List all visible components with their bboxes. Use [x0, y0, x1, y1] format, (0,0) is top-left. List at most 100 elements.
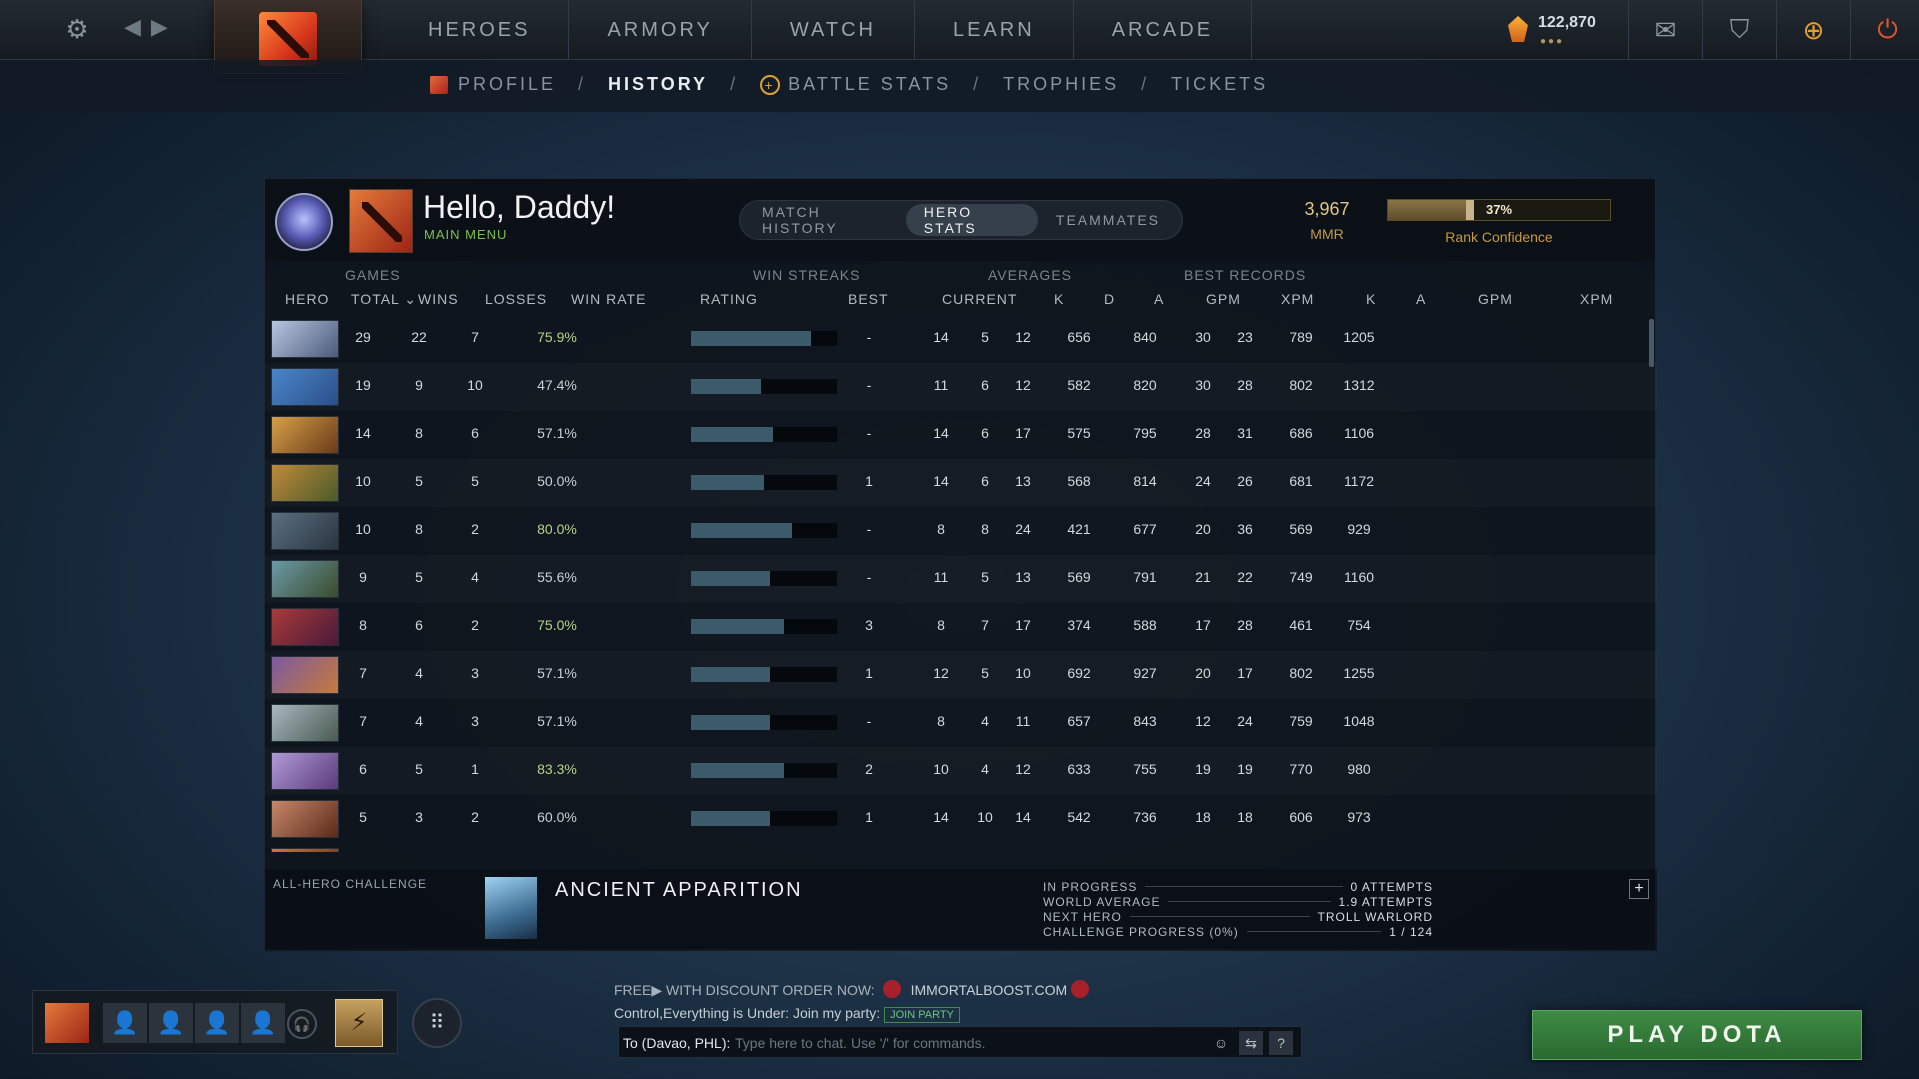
table-row[interactable]: 74357.1%211251069292720178021255 [265, 651, 1657, 699]
nav-arcade[interactable]: ARCADE [1074, 0, 1253, 60]
subnav-profile[interactable]: PROFILE [458, 74, 556, 95]
play-dota-button[interactable]: PLAY DOTA [1532, 1010, 1862, 1060]
col-best-k[interactable]: K [1366, 291, 1376, 307]
settings-gear-icon[interactable]: ⚙ [62, 14, 92, 44]
col-wins[interactable]: WINS [418, 291, 459, 307]
battle-stats-icon: + [760, 74, 781, 95]
chat-help-button[interactable]: ? [1269, 1031, 1293, 1055]
headset-icon[interactable]: 🎧 [287, 1009, 317, 1039]
col-rating[interactable]: RATING [700, 291, 758, 307]
hero-portrait[interactable] [271, 560, 339, 598]
subnav-battle-stats[interactable]: BATTLE STATS [788, 74, 951, 95]
friends-group-icon[interactable]: ⠿ [412, 998, 462, 1048]
chat-msg-link[interactable]: IMMORTALBOOST.COM [911, 982, 1068, 998]
hero-portrait[interactable] [271, 656, 339, 694]
col-win-rate[interactable]: WIN RATE [571, 291, 646, 307]
tab-match-history[interactable]: MATCH HISTORY [744, 204, 906, 236]
nav-learn[interactable]: LEARN [915, 0, 1074, 60]
table-scrollbar[interactable] [1649, 319, 1654, 367]
table-row[interactable]: 74357.1%3-841165784312247591048 [265, 699, 1657, 747]
chat-input[interactable] [735, 1031, 1195, 1055]
table-row[interactable]: 86275.0%3387173745881728461754 [265, 603, 1657, 651]
col-best-xpm[interactable]: XPM [1580, 291, 1613, 307]
nav-armory[interactable]: ARMORY [569, 0, 752, 60]
party-bar: 👤 👤 👤 👤 🎧 ⚡ [32, 990, 398, 1054]
nav-heroes[interactable]: HEROES [390, 0, 570, 60]
main-menu-link[interactable]: MAIN MENU [424, 227, 507, 242]
table-row[interactable]: 65183.3%32104126337551919770980 [265, 747, 1657, 795]
avatar[interactable] [349, 189, 413, 253]
party-self-avatar[interactable] [45, 1003, 89, 1043]
cell-wins: 5 [415, 473, 423, 489]
back-arrow-icon[interactable]: ◀ [124, 14, 141, 44]
col-k[interactable]: K [1054, 291, 1064, 307]
cell-bxpm: 1048 [1343, 713, 1375, 729]
cell-a: 13 [1015, 473, 1031, 489]
hero-portrait[interactable] [271, 464, 339, 502]
cell-xpm: 588 [1133, 617, 1157, 633]
col-hero[interactable]: HERO [285, 291, 329, 307]
table-row[interactable]: 105550.0%311461356881424266811172 [265, 459, 1657, 507]
party-empty-slot[interactable]: 👤 [149, 1003, 193, 1043]
emoticon-icon[interactable]: ☺ [1209, 1031, 1233, 1055]
mail-icon[interactable]: ✉ [1628, 0, 1702, 60]
rank-medal-icon[interactable] [275, 193, 333, 251]
hero-portrait[interactable] [271, 368, 339, 406]
cell-win-rate: 83.3% [537, 761, 577, 777]
hero-portrait[interactable] [271, 752, 339, 790]
hero-portrait[interactable] [271, 848, 339, 852]
hero-portrait[interactable] [271, 512, 339, 550]
col-best[interactable]: BEST [848, 291, 889, 307]
cell-a: 12 [1015, 761, 1031, 777]
hero-portrait[interactable] [271, 800, 339, 838]
challenge-stat-value: TROLL WARLORD [1317, 909, 1433, 924]
table-row[interactable]: 2922775.9%6-1451265684030237891205 [265, 315, 1657, 363]
party-empty-slot[interactable]: 👤 [195, 1003, 239, 1043]
subnav-trophies[interactable]: TROPHIES [1003, 74, 1119, 95]
table-row[interactable]: 53260.0%211410145427361818606973 [265, 795, 1657, 843]
subnav-history[interactable]: HISTORY [608, 74, 708, 95]
cell-wins: 6 [415, 617, 423, 633]
tab-hero-stats[interactable]: HERO STATS [905, 204, 1038, 236]
col-a[interactable]: A [1154, 291, 1164, 307]
chat-channel-label[interactable]: To (Davao, PHL): [623, 1035, 730, 1051]
col-losses[interactable]: LOSSES [485, 291, 547, 307]
hero-portrait[interactable] [271, 320, 339, 358]
expand-plus-button[interactable]: + [1629, 879, 1649, 899]
challenge-hero-portrait[interactable] [485, 877, 537, 939]
cell-ba: 36 [1237, 521, 1253, 537]
rating-bar [691, 619, 837, 634]
hero-portrait[interactable] [271, 608, 339, 646]
dota-plus-icon[interactable]: ⊕ [1776, 0, 1850, 60]
col-best-gpm[interactable]: GPM [1478, 291, 1513, 307]
table-row[interactable]: 1991047.4%2-1161258282030288021312 [265, 363, 1657, 411]
tab-teammates[interactable]: TEAMMATES [1038, 204, 1178, 236]
chat-channel-icon[interactable]: ⇆ [1239, 1031, 1263, 1055]
col-gpm[interactable]: GPM [1206, 291, 1241, 307]
table-row[interactable]: 95455.6%5-1151356979121227491160 [265, 555, 1657, 603]
power-icon[interactable]: ⏻ [1850, 0, 1919, 60]
guild-banner-icon[interactable]: ⛉ [1702, 0, 1776, 60]
battle-pass-icon[interactable]: ⚡ [335, 999, 383, 1047]
shards-currency[interactable]: 122,870 ●●● [1508, 10, 1608, 50]
forward-arrow-icon[interactable]: ▶ [151, 14, 168, 44]
col-xpm[interactable]: XPM [1281, 291, 1314, 307]
col-best-a[interactable]: A [1416, 291, 1426, 307]
nav-watch[interactable]: WATCH [752, 0, 915, 60]
party-empty-slot[interactable]: 👤 [241, 1003, 285, 1043]
table-row[interactable]: 108280.0%7-88244216772036569929 [265, 507, 1657, 555]
cell-wins: 4 [415, 713, 423, 729]
subnav-separator: / [1141, 74, 1150, 94]
cell-total: 5 [359, 809, 367, 825]
col-d[interactable]: D [1104, 291, 1115, 307]
join-party-button[interactable]: JOIN PARTY [884, 1007, 960, 1023]
party-empty-slot[interactable]: 👤 [103, 1003, 147, 1043]
col-total[interactable]: TOTAL ⌄ [351, 291, 417, 308]
hero-portrait[interactable] [271, 416, 339, 454]
table-row[interactable]: 148657.1%6-1461757579528316861106 [265, 411, 1657, 459]
col-current[interactable]: CURRENT [942, 291, 1017, 307]
cell-ba: 17 [1237, 665, 1253, 681]
hero-portrait[interactable] [271, 704, 339, 742]
cell-win-rate: 55.6% [537, 569, 577, 585]
subnav-tickets[interactable]: TICKETS [1171, 74, 1268, 95]
